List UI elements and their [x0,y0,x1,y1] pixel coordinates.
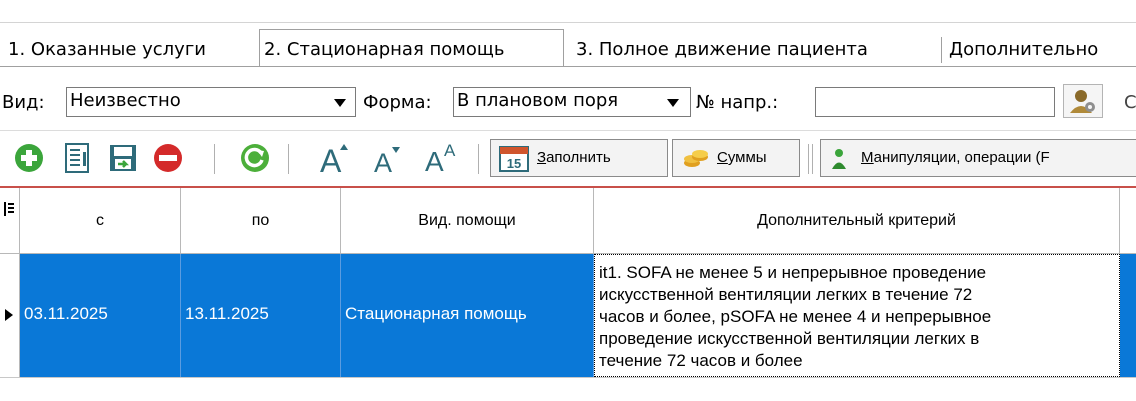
save-icon[interactable] [108,143,138,173]
font-decrease-icon[interactable]: A [372,144,402,176]
services-grid: с по Вид. помощи Дополнительный критерий… [0,188,1136,401]
sums-key: С [717,149,728,166]
toolbar-separator [288,144,289,174]
table-cell-to[interactable]: 13.11.2025 [181,254,341,377]
sums-button[interactable]: Суммы [672,139,800,177]
fill-button-label: Заполнить [537,140,611,176]
table-cell-criterion[interactable]: it1. SOFA не менее 5 и непрерывное прове… [594,254,1120,377]
column-header-criterion[interactable]: Дополнительный критерий [594,188,1120,254]
calendar-icon: 15 [499,146,529,172]
delete-icon[interactable] [153,143,183,173]
sums-button-label: Суммы [717,140,767,176]
table-cell-from[interactable]: 03.11.2025 [20,254,181,377]
columns-menu-icon [4,202,14,216]
manipulations-key: М [861,149,874,166]
add-icon[interactable] [14,143,44,173]
tab-strip: 1. Оказанные услуги 2. Стационарная помо… [0,22,1136,67]
fill-rest: аполнить [546,149,611,166]
vid-label: Вид: [2,92,45,113]
tab-additional[interactable]: Дополнительно [945,33,1102,67]
napr-label: № напр.: [696,92,779,113]
column-header-extra [1120,188,1136,254]
tab-patient-movement[interactable]: 3. Полное движение пациента [572,33,872,67]
toolbar-separator [808,144,809,174]
user-gear-icon [1070,90,1095,113]
fill-key: З [537,149,547,166]
tab-divider [941,37,942,63]
toolbar-separator [478,144,479,174]
manipulations-button[interactable]: Манипуляции, операции (F [820,139,1136,177]
chevron-down-icon[interactable] [667,99,679,107]
trailing-label: С [1124,92,1136,113]
svg-text:A: A [320,143,342,175]
person-icon [832,149,846,169]
toolbar-separator [214,144,215,174]
cell-from-value: 03.11.2025 [24,304,108,323]
tab-baseline [0,66,1136,67]
svg-text:A: A [444,141,456,160]
row-indicator[interactable] [0,254,20,377]
manipulations-button-label: Манипуляции, операции (F [861,140,1050,176]
napr-input[interactable] [815,87,1055,117]
manipulations-rest: анипуляции, операции (F [873,149,1050,166]
cell-care-type-value: Стационарная помощь [345,304,527,323]
table-cell-extra[interactable] [1120,254,1136,377]
chevron-down-icon[interactable] [334,99,346,107]
tab-services[interactable]: 1. Оказанные услуги [4,33,210,67]
table-cell-care-type[interactable]: Стационарная помощь [341,254,594,377]
current-row-arrow-icon [5,309,13,321]
vid-select-value: Неизвестно [70,90,181,111]
user-gear-button[interactable] [1063,84,1103,118]
toolbar-separator [812,144,813,174]
column-header-from[interactable]: с [20,188,181,254]
vid-select[interactable]: Неизвестно [66,87,356,117]
column-header-care-type[interactable]: Вид. помощи [341,188,594,254]
list-icon[interactable] [64,143,92,173]
divider [0,130,1136,131]
sums-rest: уммы [727,149,767,166]
cell-to-value: 13.11.2025 [185,304,269,323]
svg-text:A: A [374,148,392,176]
tab-inpatient-care[interactable]: 2. Стационарная помощь [259,29,564,67]
coins-icon [684,150,708,167]
fill-button[interactable]: 15 Заполнить [490,139,668,177]
grid-bottom-border [0,377,1136,378]
refresh-icon[interactable] [240,143,270,173]
font-increase-icon[interactable]: A [318,141,350,175]
row-indicator-header[interactable] [0,188,20,254]
calendar-day: 15 [507,156,521,171]
font-superscript-icon[interactable]: A A [424,140,460,174]
column-header-to[interactable]: по [181,188,341,254]
svg-text:A: A [425,146,444,174]
forma-label: Форма: [363,92,432,113]
forma-select[interactable]: В плановом поря [453,87,691,117]
forma-select-value: В плановом поря [457,90,619,111]
